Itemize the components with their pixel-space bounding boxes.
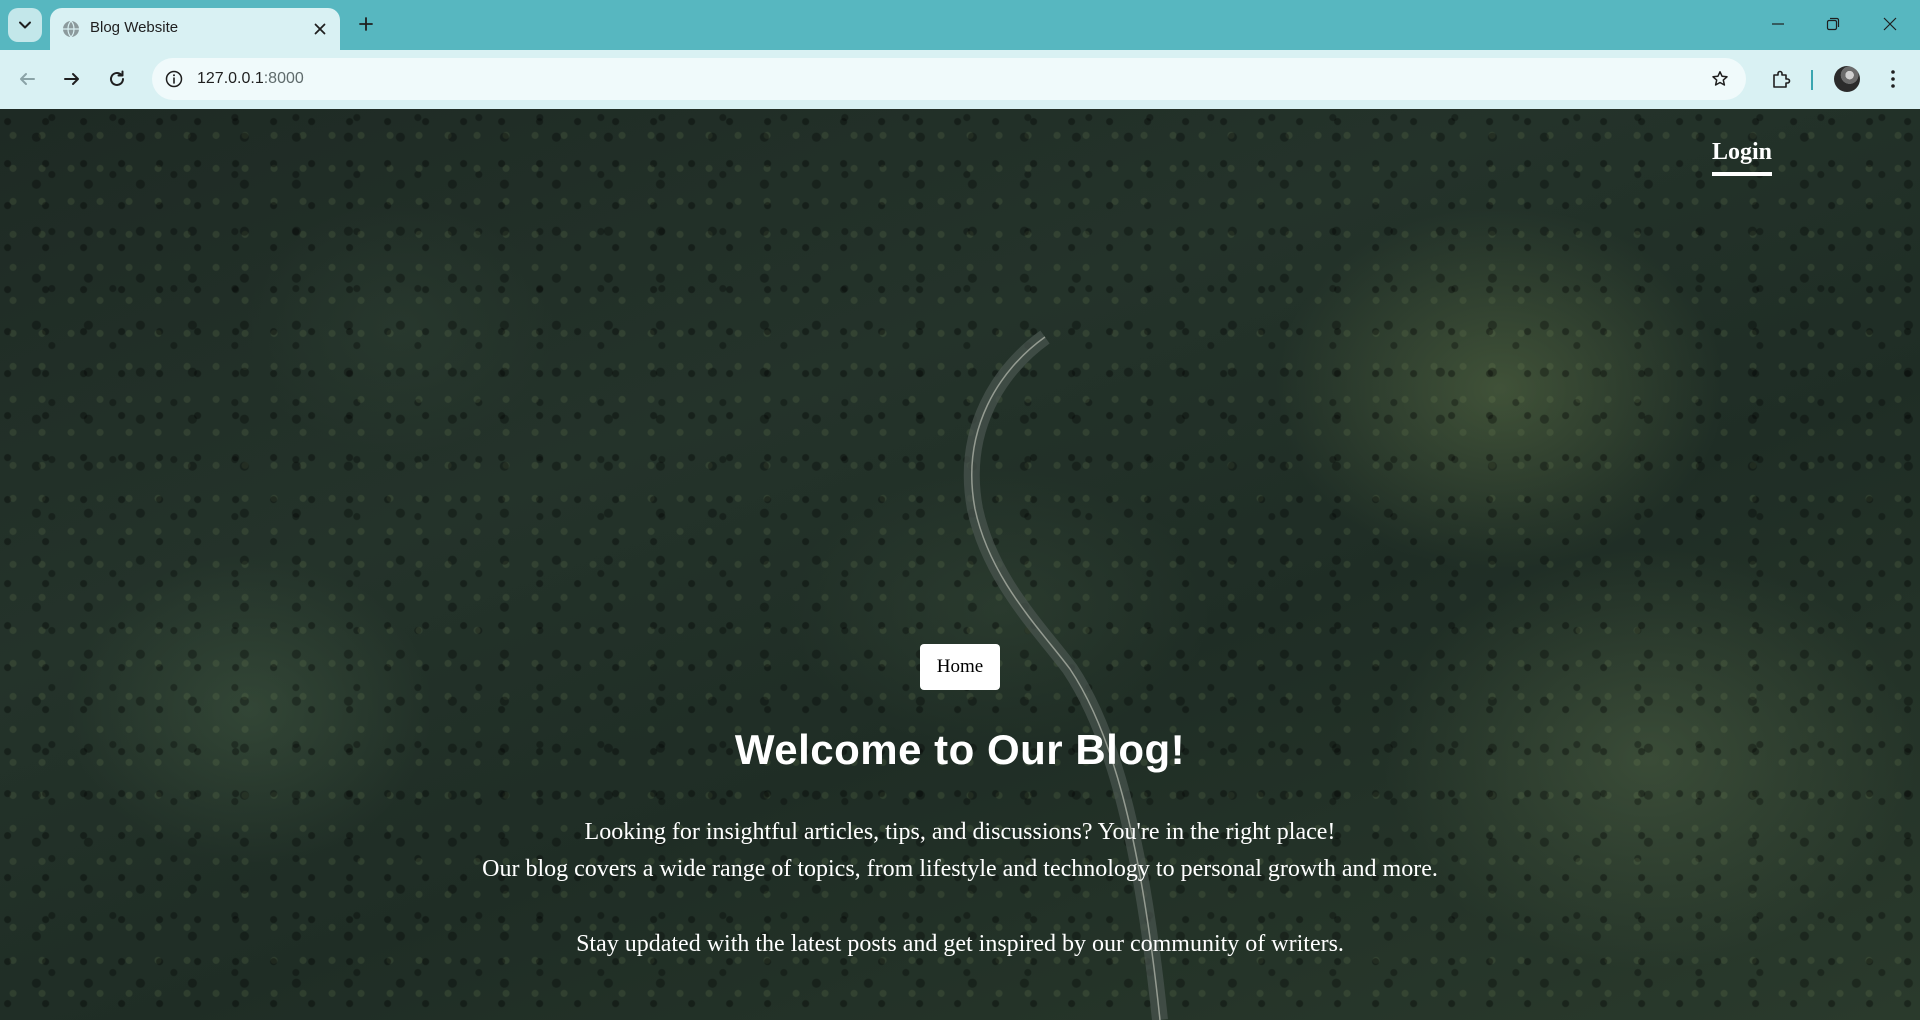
- avatar: [1834, 66, 1860, 92]
- minimize-icon: [1772, 23, 1784, 25]
- road-image: [963, 330, 1168, 1020]
- forward-button[interactable]: [55, 62, 89, 96]
- arrow-right-icon: [64, 73, 79, 85]
- tab-blog-website[interactable]: Blog Website: [50, 8, 340, 50]
- bookmark-button[interactable]: [1708, 67, 1732, 91]
- extensions-button[interactable]: [1764, 62, 1798, 96]
- address-bar[interactable]: 127.0.0.1:8000: [152, 58, 1746, 100]
- intro-line-3: Stay updated with the latest posts and g…: [576, 931, 1344, 957]
- toolbar-separator: [1811, 70, 1813, 90]
- site-info-button[interactable]: [162, 67, 186, 91]
- close-window-button[interactable]: [1870, 8, 1910, 40]
- home-button[interactable]: Home: [920, 644, 1000, 690]
- url-port: :8000: [263, 70, 304, 87]
- url-text[interactable]: 127.0.0.1:8000: [197, 70, 304, 88]
- page-title: Welcome to Our Blog!: [734, 726, 1186, 773]
- minimize-button[interactable]: [1758, 8, 1798, 40]
- globe-icon: [63, 20, 79, 38]
- close-icon: [314, 23, 326, 35]
- star-icon: [1712, 71, 1728, 86]
- browser-menu-button[interactable]: [1876, 62, 1910, 96]
- restore-icon: [1826, 17, 1840, 31]
- browser-toolbar: 127.0.0.1:8000: [0, 50, 1920, 109]
- tab-strip: Blog Website: [0, 0, 1920, 50]
- intro-line-2: Our blog covers a wide range of topics, …: [482, 856, 1438, 882]
- browser-window: Blog Website 127.0.0.1:8000 Login Home W…: [0, 0, 1920, 1020]
- tab-title: Blog Website: [90, 19, 179, 36]
- login-link[interactable]: Login: [1712, 139, 1773, 176]
- page-viewport: Login Home Welcome to Our Blog! Looking …: [0, 109, 1920, 1020]
- new-tab-button[interactable]: [352, 10, 380, 38]
- profile-avatar-button[interactable]: [1830, 62, 1864, 96]
- intro-line-1: Looking for insightful articles, tips, a…: [584, 819, 1336, 845]
- close-icon: [1883, 17, 1897, 31]
- tab-close-button[interactable]: [310, 19, 330, 39]
- plus-icon: [359, 17, 373, 31]
- reload-button[interactable]: [100, 62, 134, 96]
- back-button[interactable]: [10, 62, 44, 96]
- reload-icon: [110, 70, 124, 86]
- restore-button[interactable]: [1813, 8, 1853, 40]
- chevron-down-icon: [19, 21, 31, 29]
- tab-search-button[interactable]: [8, 8, 42, 42]
- info-icon: [165, 70, 183, 88]
- puzzle-icon: [1773, 70, 1791, 88]
- url-host: 127.0.0.1: [197, 70, 264, 87]
- kebab-menu-icon: [1891, 70, 1895, 88]
- arrow-left-icon: [20, 73, 35, 85]
